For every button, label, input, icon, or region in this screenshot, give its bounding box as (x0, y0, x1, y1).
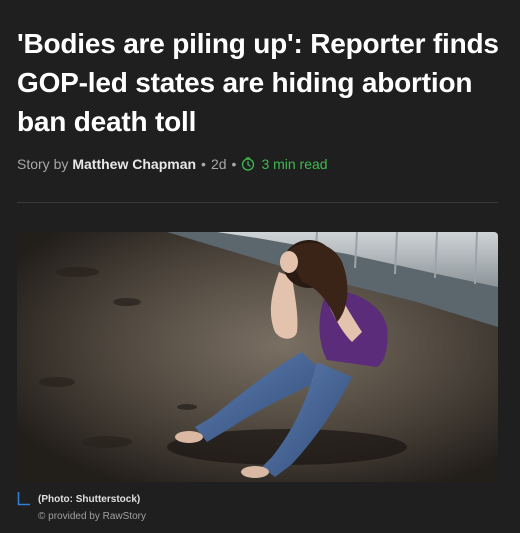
byline-prefix: Story by (17, 156, 69, 172)
byline-separator: • (231, 156, 237, 172)
photo-illustration (17, 232, 498, 482)
byline-separator: • (201, 156, 206, 172)
clock-icon (242, 157, 255, 171)
article-photo[interactable] (17, 232, 498, 482)
corner-bracket-icon (17, 492, 31, 511)
photo-provider: © provided by RawStory (38, 511, 146, 522)
header-divider (17, 202, 498, 203)
article-headline: 'Bodies are piling up': Reporter finds G… (17, 28, 499, 137)
byline: Story by Matthew Chapman • 2d • 3 min re… (17, 156, 328, 172)
article-age: 2d (210, 156, 227, 172)
read-time: 3 min read (241, 156, 328, 172)
author-name[interactable]: Matthew Chapman (72, 156, 196, 172)
read-time-label: 3 min read (261, 156, 328, 172)
photo-caption: (Photo: Shutterstock) (38, 494, 141, 505)
